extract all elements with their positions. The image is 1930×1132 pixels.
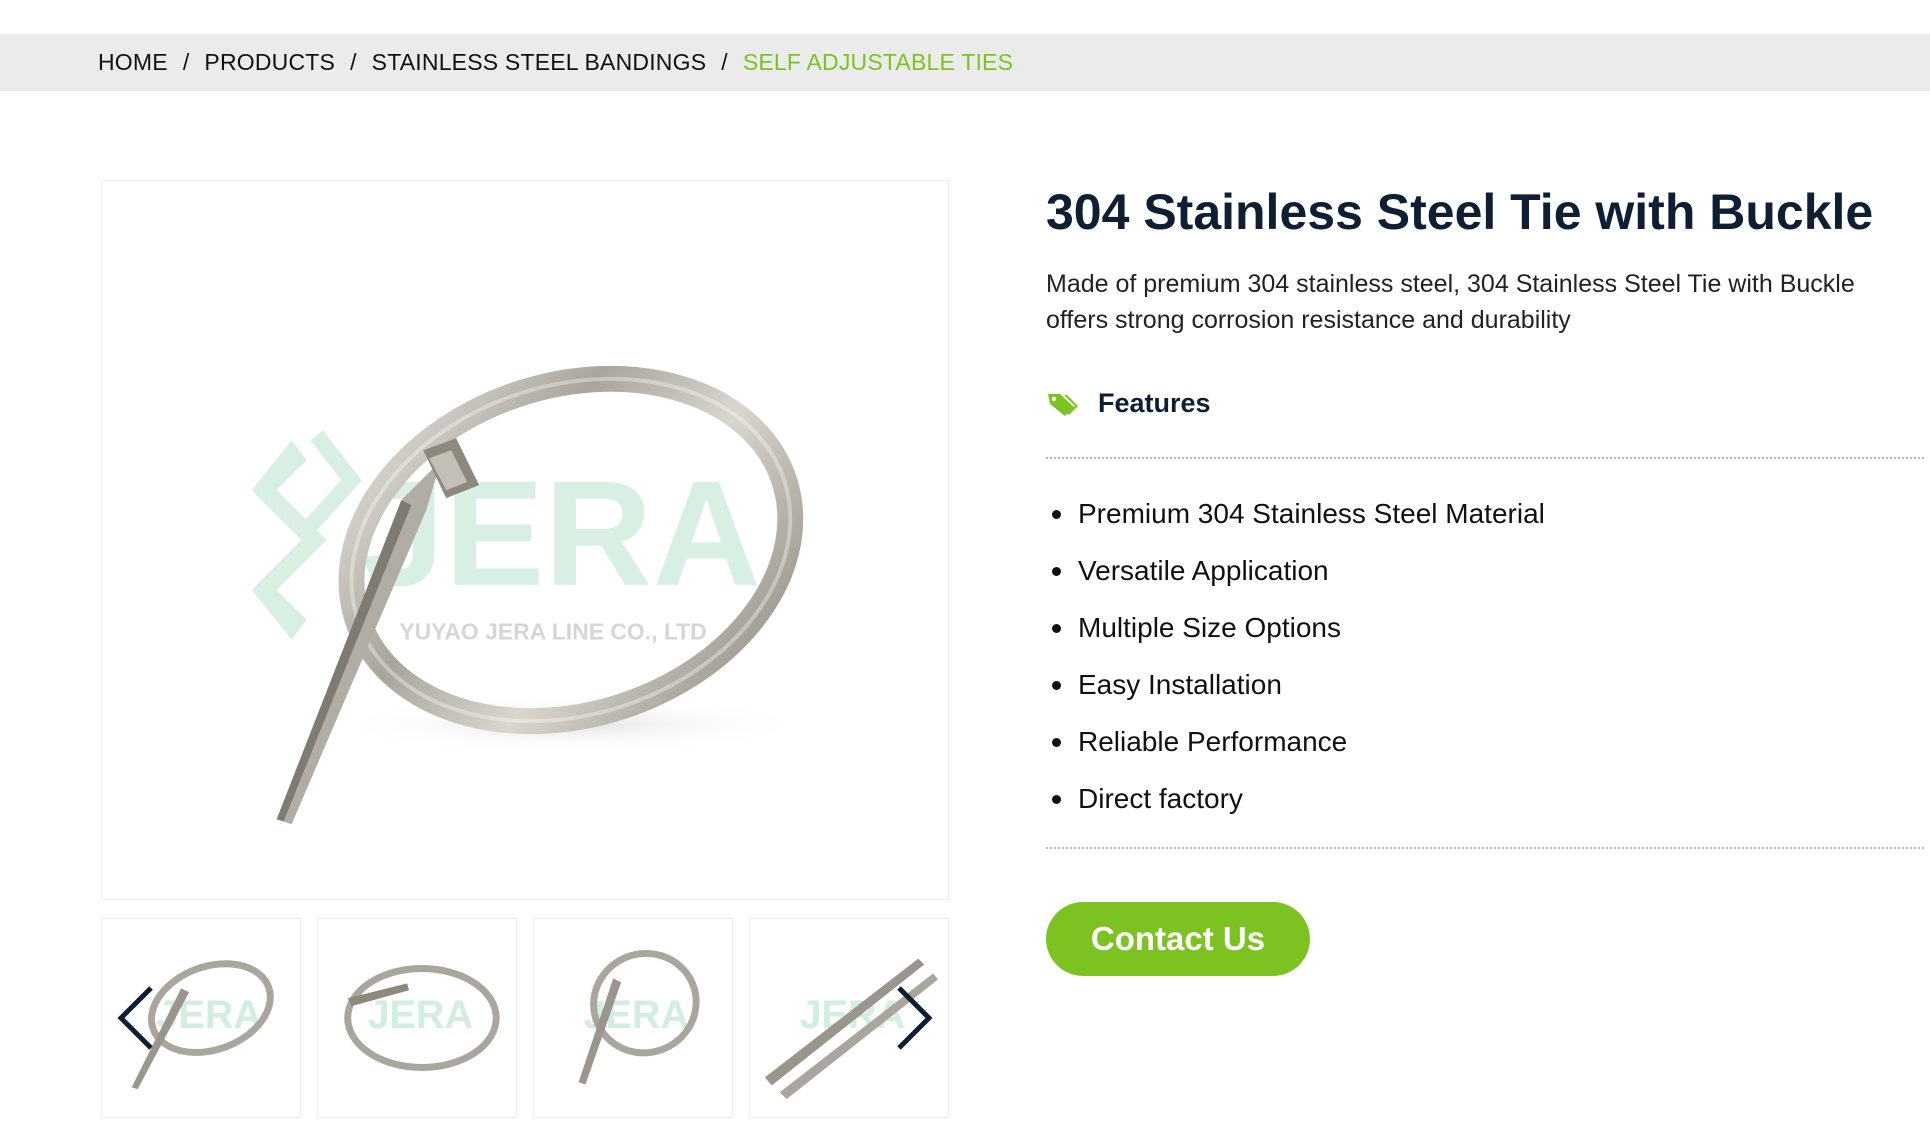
features-title: Features [1098,388,1211,418]
thumbnail-image: JERA [578,949,700,1085]
gallery-prev-button[interactable] [113,984,157,1052]
thumbnail-3[interactable]: JERA [533,918,733,1118]
feature-item: Premium 304 Stainless Steel Material [1046,485,1545,542]
svg-text:JERA: JERA [368,993,474,1037]
breadcrumb-separator: / [721,49,728,75]
divider [1046,847,1924,849]
svg-text:YUYAO JERA LINE CO., LTD: YUYAO JERA LINE CO., LTD [399,619,706,645]
contact-us-button[interactable]: Contact Us [1046,902,1310,976]
features-heading: Features [1046,388,1211,419]
chevron-right-icon [897,986,933,1050]
product-info: 304 Stainless Steel Tie with Buckle Made… [1046,180,1926,976]
divider [1046,457,1924,459]
thumbnail-2[interactable]: JERA [317,918,517,1118]
thumbnail-image: JERA [344,965,500,1071]
breadcrumb-products[interactable]: PRODUCTS [204,49,335,76]
thumbnail-strip: JERA JERA JERA JERA [101,918,949,1118]
stainless-steel-tie-image: JERA YUYAO JERA LINE CO., LTD [251,365,811,825]
gallery-next-button[interactable] [893,984,937,1052]
feature-item: Versatile Application [1046,542,1545,599]
feature-item: Multiple Size Options [1046,599,1545,656]
features-list: Premium 304 Stainless Steel Material Ver… [1046,485,1545,827]
breadcrumb: HOME / PRODUCTS / STAINLESS STEEL BANDIN… [98,34,1013,91]
svg-text:JERA: JERA [361,450,760,617]
feature-item: Direct factory [1046,770,1545,827]
product-description: Made of premium 304 stainless steel, 304… [1046,270,1855,334]
product-title: 304 Stainless Steel Tie with Buckle [1046,184,1874,240]
breadcrumb-bar: HOME / PRODUCTS / STAINLESS STEEL BANDIN… [0,34,1930,91]
tag-icon [1048,393,1078,416]
breadcrumb-separator: / [182,49,190,75]
breadcrumb-current: SELF ADJUSTABLE TIES [742,49,1014,75]
chevron-left-icon [117,986,153,1050]
feature-item: Reliable Performance [1046,713,1545,770]
jera-watermark: JERA YUYAO JERA LINE CO., LTD [251,430,760,645]
breadcrumb-separator: / [350,49,357,75]
breadcrumb-stainless-steel-bandings[interactable]: STAINLESS STEEL BANDINGS [372,49,707,76]
breadcrumb-home[interactable]: HOME [98,49,168,76]
feature-item: Easy Installation [1046,656,1545,713]
main-product-image[interactable]: JERA YUYAO JERA LINE CO., LTD [101,180,949,900]
